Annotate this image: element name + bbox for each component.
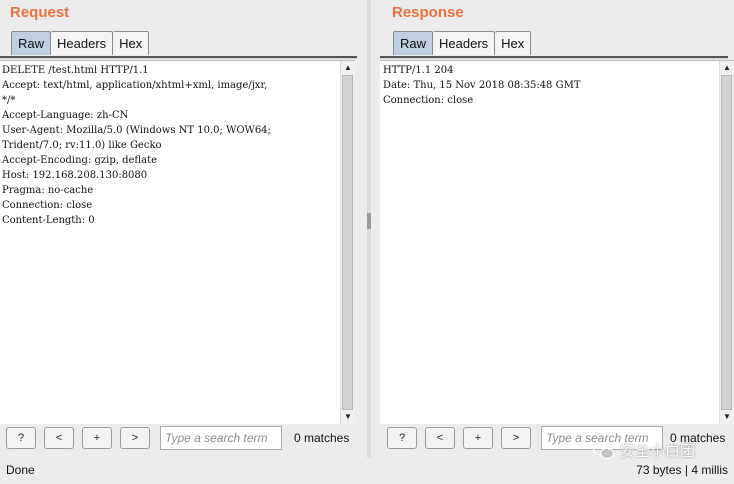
response-tab-hex[interactable]: Hex	[495, 31, 532, 55]
response-raw-text[interactable]: HTTP/1.1 204 Date: Thu, 15 Nov 2018 08:3…	[380, 61, 734, 110]
request-tabs: Raw Headers Hex	[11, 31, 150, 55]
response-tabs: Raw Headers Hex	[393, 31, 532, 55]
request-pane: Request Raw Headers Hex DELETE /test.htm…	[0, 0, 363, 458]
scroll-down-arrow-icon[interactable]: ▼	[341, 410, 355, 424]
request-title: Request	[10, 4, 70, 21]
response-prev-match-button[interactable]: <	[425, 427, 455, 449]
request-tab-hex[interactable]: Hex	[113, 31, 150, 55]
request-help-button[interactable]: ?	[6, 427, 36, 449]
scroll-thumb[interactable]	[721, 75, 732, 410]
request-raw-text[interactable]: DELETE /test.html HTTP/1.1 Accept: text/…	[0, 61, 355, 230]
request-tab-raw[interactable]: Raw	[11, 31, 52, 55]
request-tab-headers[interactable]: Headers	[51, 31, 114, 55]
request-search-input[interactable]: Type a search term	[160, 426, 282, 450]
request-scrollbar[interactable]: ▲ ▼	[340, 61, 355, 424]
scroll-thumb[interactable]	[342, 75, 353, 410]
pane-splitter[interactable]	[367, 0, 371, 458]
request-editor[interactable]: DELETE /test.html HTTP/1.1 Accept: text/…	[0, 60, 355, 424]
tab-divider-shadow	[380, 58, 728, 59]
scroll-up-arrow-icon[interactable]: ▲	[720, 61, 734, 75]
response-tab-headers[interactable]: Headers	[433, 31, 496, 55]
request-search-bar: ? < + > Type a search term 0 matches	[0, 426, 363, 452]
request-prev-match-button[interactable]: <	[44, 427, 74, 449]
response-next-match-button[interactable]: >	[501, 427, 531, 449]
response-tab-raw[interactable]: Raw	[393, 31, 434, 55]
scroll-up-arrow-icon[interactable]: ▲	[341, 61, 355, 75]
request-add-button[interactable]: +	[82, 427, 112, 449]
response-add-button[interactable]: +	[463, 427, 493, 449]
response-pane: Response Raw Headers Hex HTTP/1.1 204 Da…	[380, 0, 734, 458]
watermark: 安全小白团	[593, 440, 695, 461]
response-scrollbar[interactable]: ▲ ▼	[719, 61, 734, 424]
tab-divider-shadow	[0, 58, 357, 59]
response-title: Response	[392, 4, 464, 21]
scroll-down-arrow-icon[interactable]: ▼	[720, 410, 734, 424]
request-next-match-button[interactable]: >	[120, 427, 150, 449]
status-text: Done	[6, 463, 35, 477]
watermark-text: 安全小白团	[620, 443, 696, 460]
response-help-button[interactable]: ?	[387, 427, 417, 449]
wechat-icon	[593, 441, 615, 459]
response-editor[interactable]: HTTP/1.1 204 Date: Thu, 15 Nov 2018 08:3…	[380, 60, 734, 424]
status-bar: Done 73 bytes | 4 millis	[0, 458, 734, 484]
response-size-time: 73 bytes | 4 millis	[636, 463, 728, 477]
request-matches-count: 0 matches	[294, 431, 350, 445]
splitter-grip[interactable]	[367, 213, 371, 229]
